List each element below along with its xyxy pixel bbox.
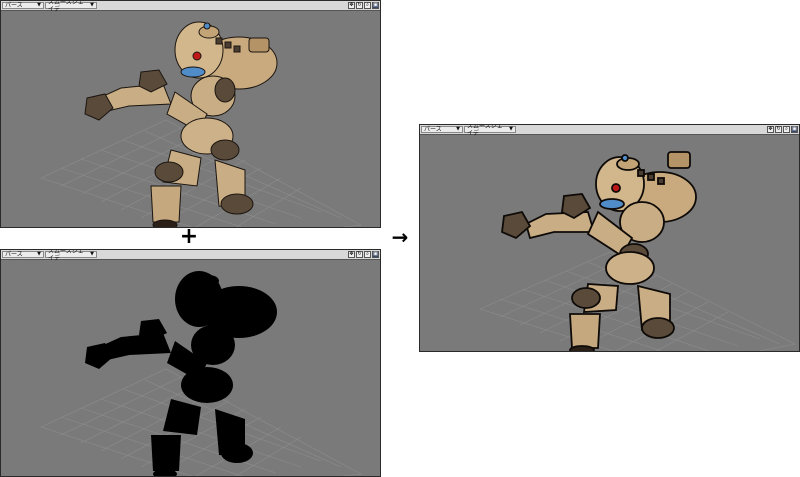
view-mode-label: パース	[5, 251, 23, 258]
viewport-canvas[interactable]	[420, 134, 799, 351]
chevron-down-icon: ▼	[456, 126, 460, 132]
scene	[40, 271, 362, 476]
zoom-icon[interactable]: ⌕	[364, 2, 371, 9]
chevron-down-icon: ▼	[90, 2, 94, 8]
robot-silhouette	[85, 271, 277, 476]
chevron-down-icon: ▼	[509, 126, 513, 132]
scene	[479, 151, 796, 351]
shading-mode-dropdown[interactable]: スムースシェイデ ▼	[464, 125, 516, 137]
robot-model	[501, 151, 697, 351]
rotate-icon[interactable]: ↻	[356, 251, 363, 258]
move-icon[interactable]: ✥	[767, 126, 774, 133]
view-mode-dropdown[interactable]: パース ▼	[2, 251, 44, 258]
maximize-icon[interactable]: ▣	[372, 251, 379, 258]
shading-mode-dropdown[interactable]: スムースシェイデ ▼	[45, 1, 97, 13]
viewport-result[interactable]: パース ▼ スムースシェイデ ▼ ✥ ↻ ⌕ ▣	[419, 124, 800, 352]
move-icon[interactable]: ✥	[348, 251, 355, 258]
move-icon[interactable]: ✥	[348, 2, 355, 9]
zoom-icon[interactable]: ⌕	[783, 126, 790, 133]
zoom-icon[interactable]: ⌕	[364, 251, 371, 258]
shading-mode-dropdown[interactable]: スムースシェイデ ▼	[45, 250, 97, 262]
maximize-icon[interactable]: ▣	[791, 126, 798, 133]
robot-model	[84, 21, 278, 227]
view-mode-dropdown[interactable]: パース ▼	[2, 2, 44, 9]
chevron-down-icon: ▼	[90, 251, 94, 257]
plus-operator: +	[179, 224, 199, 249]
scene	[40, 21, 362, 227]
viewport-canvas[interactable]	[1, 10, 380, 227]
viewport-shaded-top[interactable]: パース ▼ スムースシェイデ ▼ ✥ ↻ ⌕ ▣	[0, 0, 381, 228]
view-mode-label: パース	[424, 126, 442, 133]
maximize-icon[interactable]: ▣	[372, 2, 379, 9]
chevron-down-icon: ▼	[37, 2, 41, 8]
view-mode-label: パース	[5, 2, 23, 9]
rotate-icon[interactable]: ↻	[775, 126, 782, 133]
rotate-icon[interactable]: ↻	[356, 2, 363, 9]
view-mode-dropdown[interactable]: パース ▼	[421, 126, 463, 133]
viewport-silhouette[interactable]: パース ▼ スムースシェイデ ▼ ✥ ↻ ⌕ ▣	[0, 249, 381, 477]
viewport-canvas[interactable]	[1, 259, 380, 476]
arrow-operator: →	[391, 225, 409, 249]
chevron-down-icon: ▼	[37, 251, 41, 257]
